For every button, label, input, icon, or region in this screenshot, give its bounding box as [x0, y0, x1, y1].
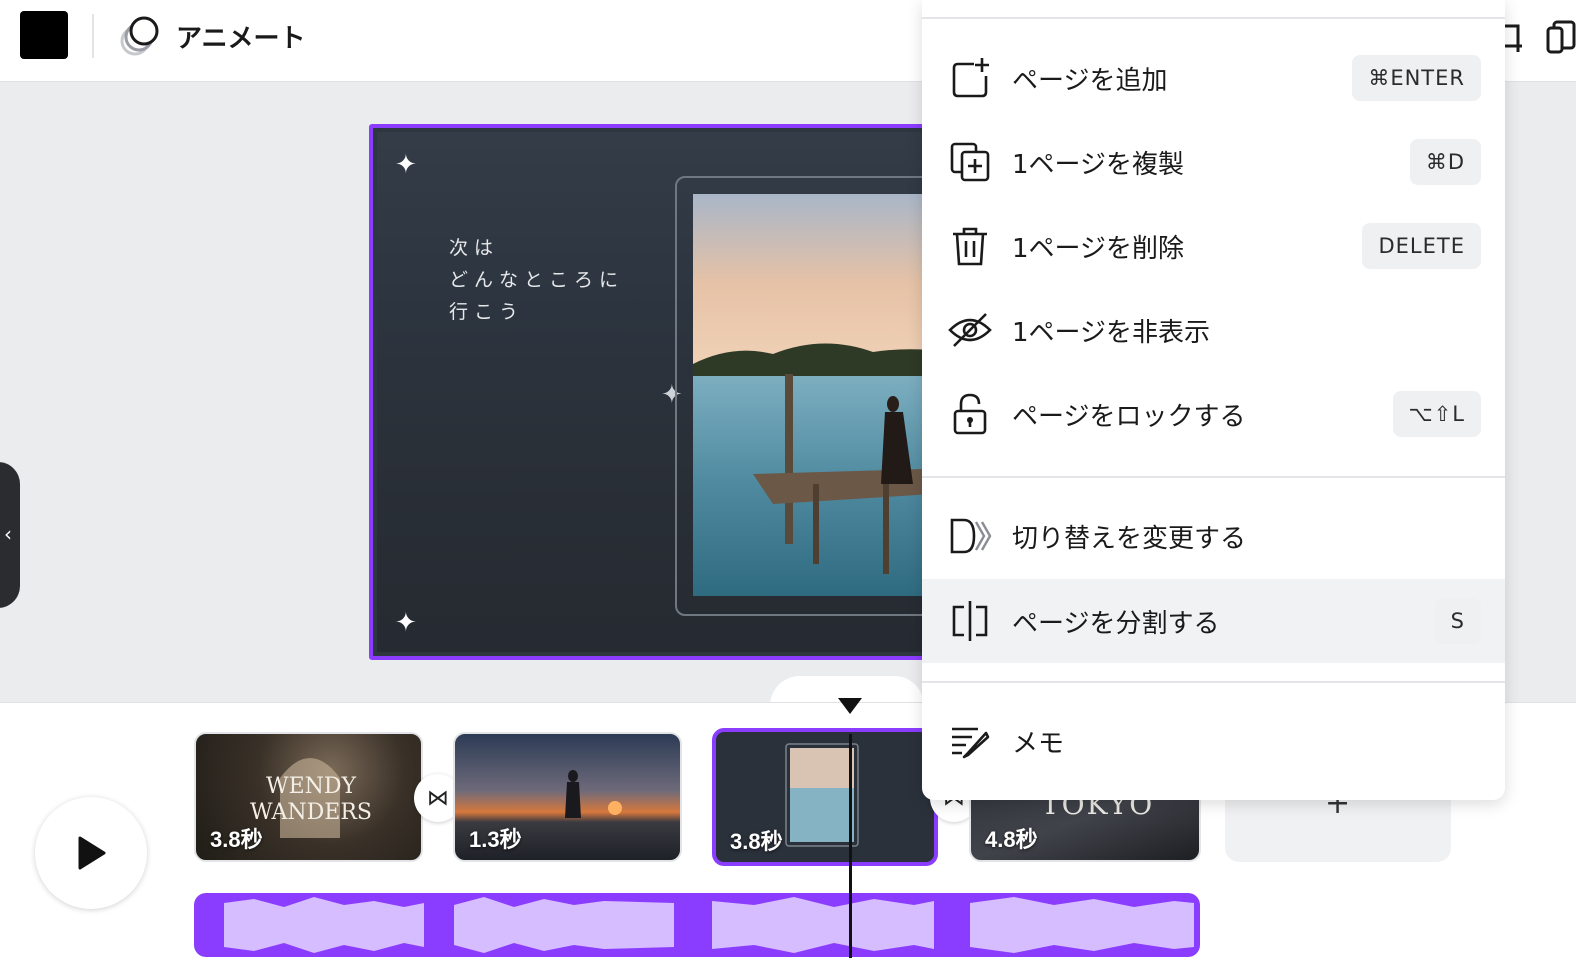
shortcut-badge: ⌥⇧L — [1392, 391, 1481, 437]
play-icon — [78, 836, 106, 870]
page-context-menu: ページを追加 ⌘ENTER 1ページを複製 ⌘D 1ページを削除 DELETE … — [922, 0, 1505, 800]
menu-item-hide-page[interactable]: 1ページを非表示 — [922, 288, 1505, 372]
audio-track[interactable] — [194, 893, 1200, 957]
lock-icon — [953, 393, 987, 435]
menu-item-label: 1ページを非表示 — [1012, 318, 1211, 348]
menu-item-notes[interactable]: メモ — [922, 699, 1505, 783]
color-swatch-button[interactable] — [20, 11, 68, 59]
menu-item-label: 1ページを複製 — [1012, 150, 1185, 180]
transition-icon — [950, 518, 992, 554]
slide-text-line: 次は — [449, 237, 500, 259]
clip-duration: 3.8秒 — [730, 829, 783, 854]
menu-item-change-transition[interactable]: 切り替えを変更する — [922, 494, 1505, 578]
shortcut-badge: ⌘D — [1409, 139, 1481, 185]
menu-divider — [922, 17, 1505, 19]
clip-duration: 1.3秒 — [469, 827, 522, 852]
shortcut-badge: ⌘ENTER — [1352, 55, 1481, 101]
animate-button[interactable]: アニメート — [118, 12, 305, 60]
playhead-line[interactable] — [849, 734, 852, 958]
transition-bowtie-icon: ⋈ — [427, 785, 449, 811]
menu-item-label: 切り替えを変更する — [1012, 524, 1247, 554]
animate-label: アニメート — [176, 23, 306, 54]
clip-title-line: WENDY — [265, 774, 357, 799]
timeline-clip-selected[interactable]: 3.8秒 — [712, 728, 938, 866]
slide-heading[interactable]: 次は どんなところに 行こう — [449, 232, 624, 328]
slide-text-line: どんなところに — [449, 269, 625, 291]
menu-item-label: ページを追加 — [1012, 66, 1168, 96]
menu-item-label: ページを分割する — [1012, 609, 1220, 639]
clip-title: WENDY WANDERS — [236, 774, 386, 826]
duplicate-page-icon — [950, 142, 990, 182]
toolbar-divider — [92, 14, 94, 58]
collapse-panel-handle[interactable]: ‹ — [0, 462, 20, 608]
notes-icon — [952, 727, 990, 759]
audio-waveform — [224, 897, 1194, 953]
menu-item-lock-page[interactable]: ページをロックする ⌥⇧L — [922, 372, 1505, 456]
animate-icon — [120, 16, 159, 56]
menu-item-duplicate-page[interactable]: 1ページを複製 ⌘D — [922, 120, 1505, 204]
menu-item-split-page[interactable]: ページを分割する S — [922, 579, 1505, 663]
play-button[interactable] — [35, 797, 147, 909]
slide-background: 次は どんなところに 行こう ✦ ✦ ✦ — [377, 132, 985, 652]
shortcut-badge: S — [1434, 598, 1481, 644]
menu-item-label: ページをロックする — [1012, 402, 1246, 432]
slide-text-line: 行こう — [449, 301, 525, 323]
chevron-left-icon: ‹ — [4, 522, 12, 546]
menu-item-label: 1ページを削除 — [1012, 234, 1185, 264]
sparkle-icon: ✦ — [395, 608, 417, 638]
menu-divider — [922, 681, 1505, 683]
sparkle-icon: ✦ — [395, 150, 417, 180]
copy-style-icon[interactable] — [1546, 16, 1576, 56]
menu-divider — [922, 476, 1505, 478]
menu-item-delete-page[interactable]: 1ページを削除 DELETE — [922, 204, 1505, 288]
split-page-icon — [952, 601, 988, 641]
timeline-clip[interactable]: WENDY WANDERS 3.8秒 — [194, 732, 423, 862]
selected-page-canvas[interactable]: 次は どんなところに 行こう ✦ ✦ ✦ — [369, 124, 989, 660]
menu-item-label: メモ — [1012, 729, 1065, 759]
playhead-handle-icon[interactable] — [836, 692, 864, 716]
timeline-clip[interactable]: 1.3秒 — [453, 732, 682, 862]
shortcut-badge: DELETE — [1362, 223, 1481, 269]
eye-hidden-icon — [948, 313, 992, 347]
menu-item-add-page[interactable]: ページを追加 ⌘ENTER — [922, 36, 1505, 120]
clip-duration: 4.8秒 — [985, 827, 1038, 852]
trash-icon — [953, 227, 987, 266]
add-page-icon — [952, 58, 989, 98]
clip-duration: 3.8秒 — [210, 827, 263, 852]
